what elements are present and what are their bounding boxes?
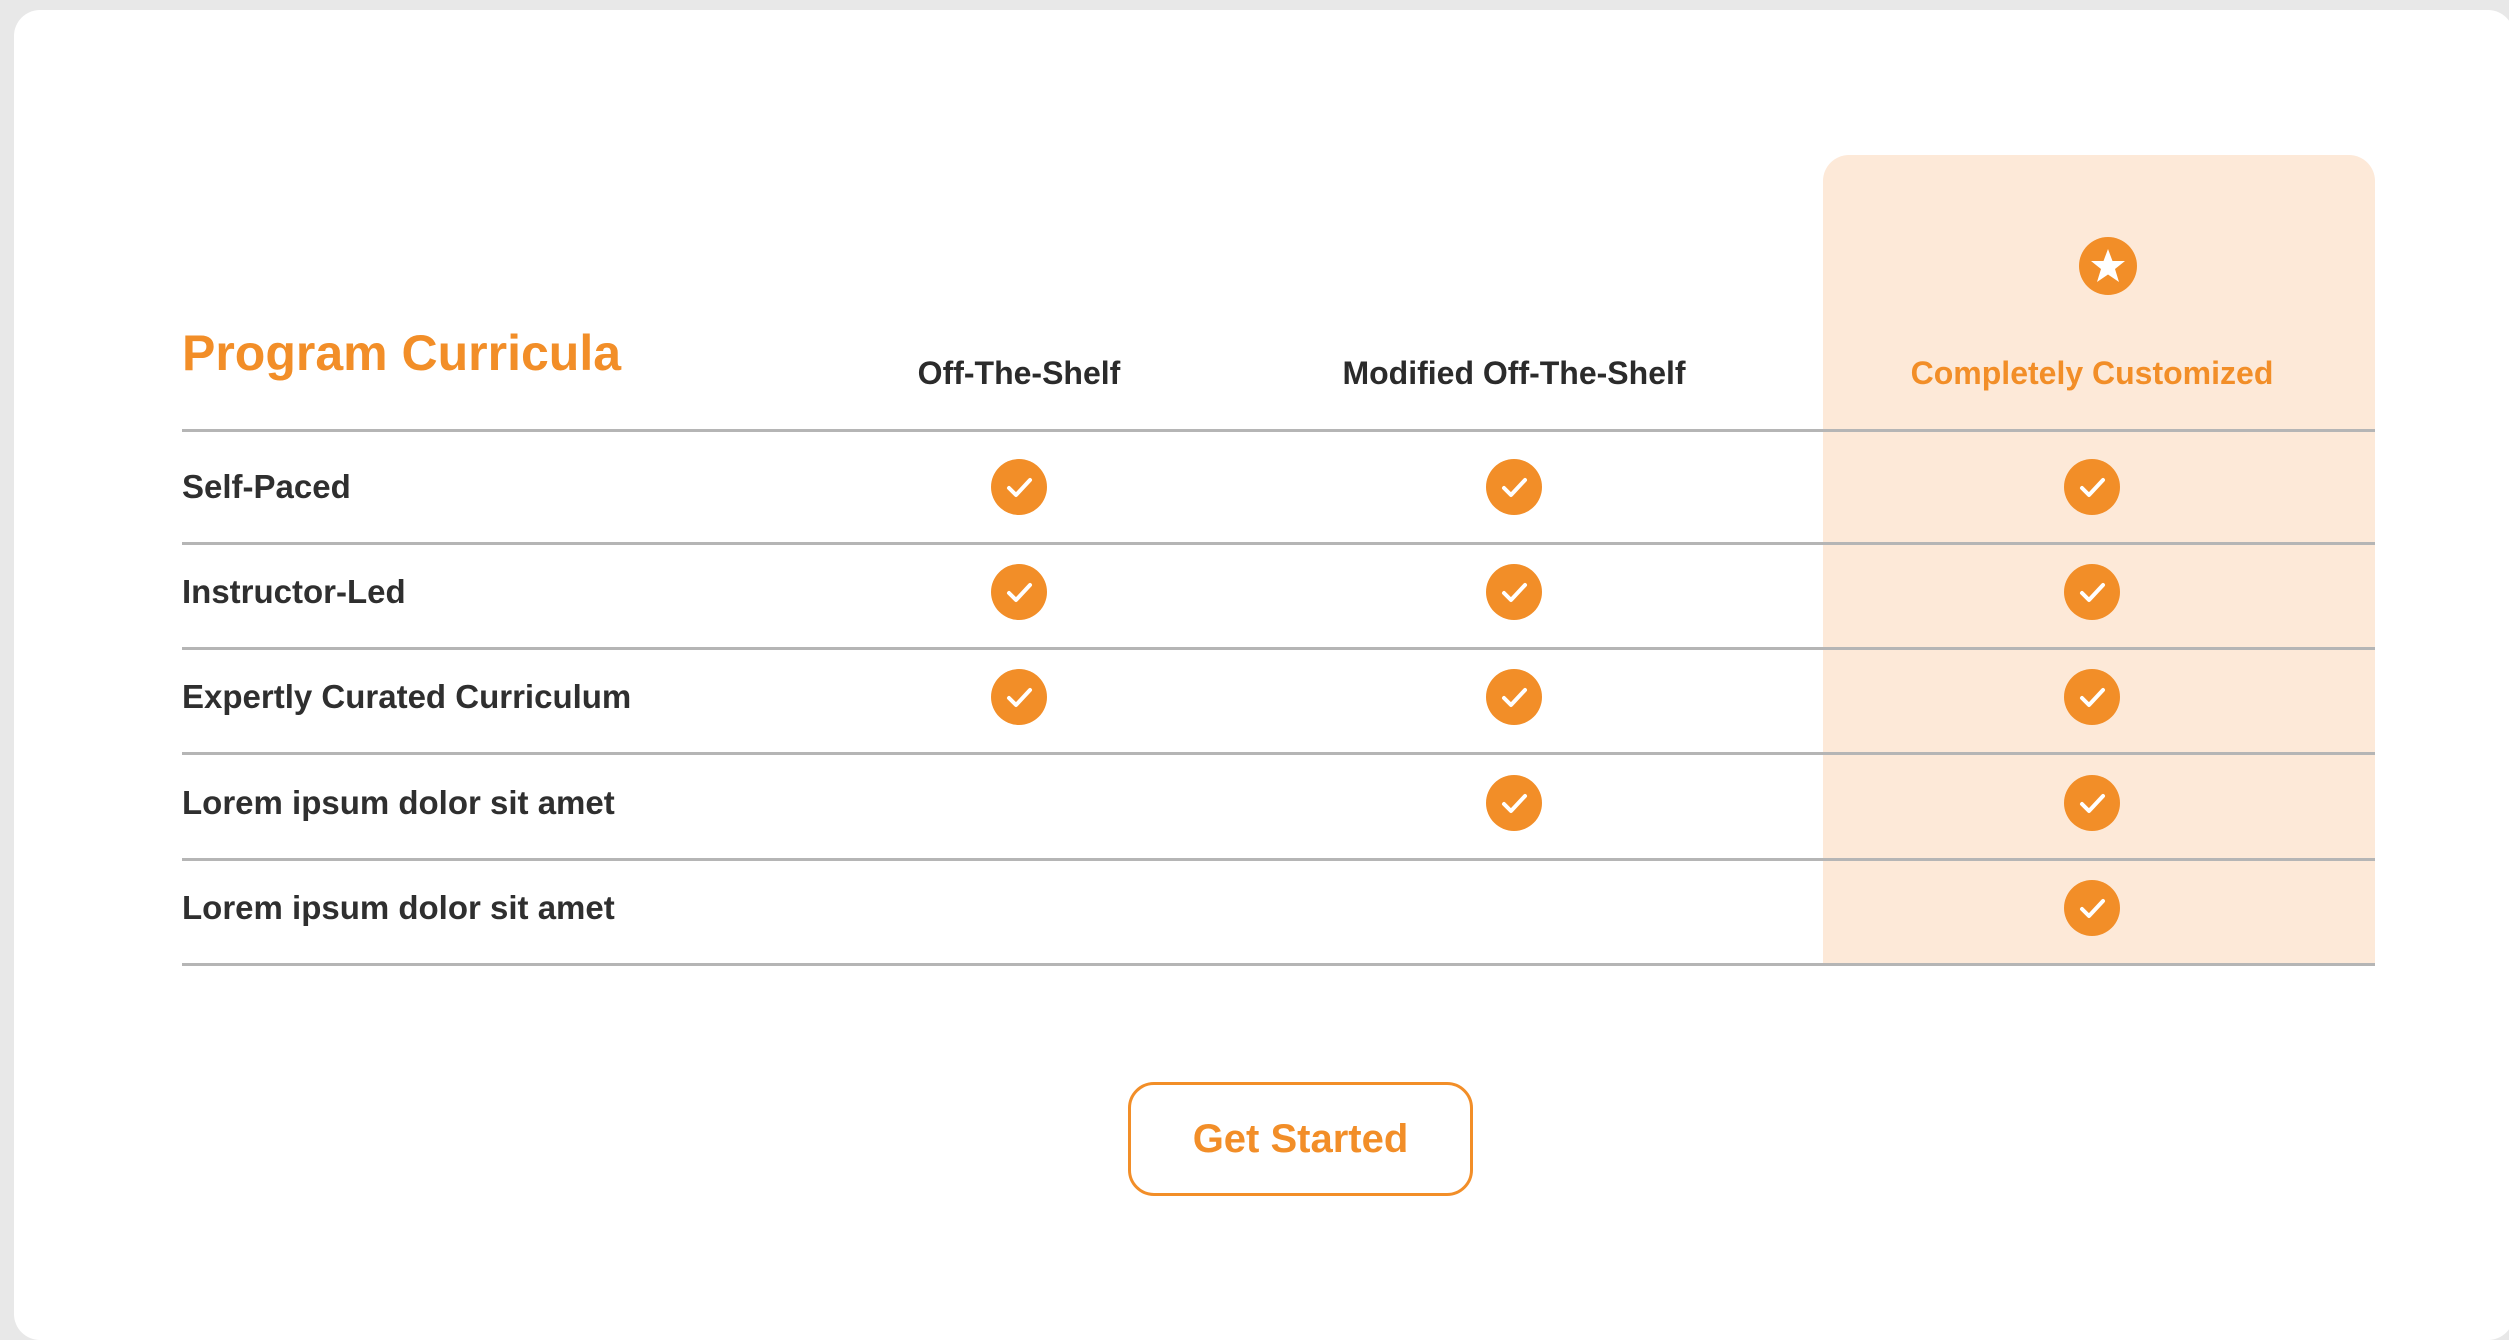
row-divider <box>182 542 2375 545</box>
star-icon <box>2079 237 2137 295</box>
get-started-button[interactable]: Get Started <box>1128 1082 1473 1196</box>
row-label: Expertly Curated Curriculum <box>182 678 632 715</box>
column-header-completely-customized: Completely Customized <box>1910 355 2274 391</box>
column-header-off-the-shelf: Off-The-Shelf <box>917 355 1121 391</box>
check-circle-icon <box>2064 459 2120 515</box>
check-circle-icon <box>1486 459 1542 515</box>
row-label: Self-Paced <box>182 468 351 505</box>
check-circle-icon <box>2064 880 2120 936</box>
row-divider <box>182 647 2375 650</box>
check-circle-icon <box>1486 669 1542 725</box>
table-header-divider <box>182 429 2375 432</box>
row-label: Lorem ipsum dolor sit amet <box>182 889 615 926</box>
row-label: Lorem ipsum dolor sit amet <box>182 784 615 821</box>
check-circle-icon <box>2064 669 2120 725</box>
pricing-comparison-card: Program Curricula Off-The-Shelf Modified… <box>14 10 2509 1340</box>
check-circle-icon <box>2064 775 2120 831</box>
column-header-modified-off-the-shelf: Modified Off-The-Shelf <box>1342 355 1686 391</box>
check-circle-icon <box>991 564 1047 620</box>
row-label: Instructor-Led <box>182 573 406 610</box>
row-divider <box>182 858 2375 861</box>
check-circle-icon <box>1486 564 1542 620</box>
check-circle-icon <box>991 459 1047 515</box>
row-divider <box>182 963 2375 966</box>
check-circle-icon <box>2064 564 2120 620</box>
check-circle-icon <box>1486 775 1542 831</box>
table-title: Program Curricula <box>182 325 622 381</box>
row-divider <box>182 752 2375 755</box>
check-circle-icon <box>991 669 1047 725</box>
